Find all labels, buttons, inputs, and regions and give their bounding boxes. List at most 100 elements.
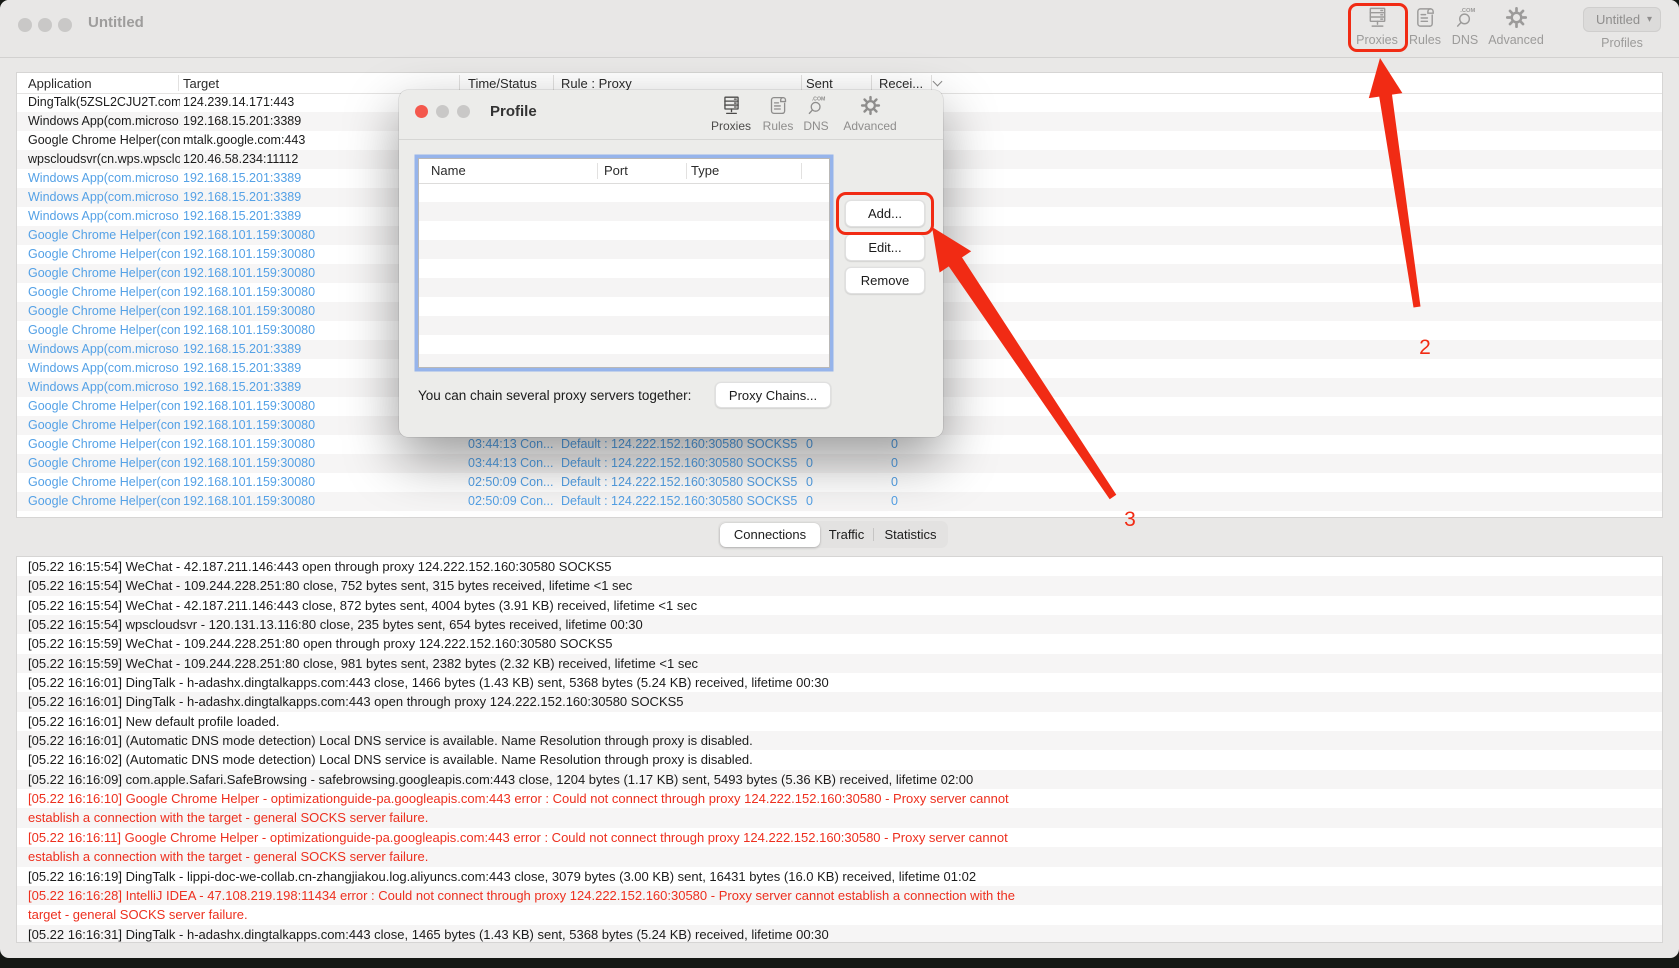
proxy-table-empty-row <box>419 202 829 221</box>
cell-target: 192.168.101.159:30080 <box>183 228 316 242</box>
cell-app: Google Chrome Helper(com... <box>28 323 180 337</box>
toolbar-item-advanced[interactable]: Advanced <box>1486 5 1546 47</box>
column-header[interactable]: Time/Status <box>468 76 537 91</box>
dialog-toolbar-item-advanced[interactable]: Advanced <box>839 93 901 133</box>
cell-target: 192.168.101.159:30080 <box>183 399 316 413</box>
cell-recv: 0 <box>891 494 898 508</box>
edit-button[interactable]: Edit... <box>845 234 925 261</box>
proxy-table-empty-row <box>419 240 829 259</box>
log-line: target - general SOCKS server failure. <box>28 907 248 923</box>
log-line: [05.22 16:16:31] DingTalk - h-adashx.din… <box>17 924 1662 942</box>
svg-text:.COM: .COM <box>811 97 825 103</box>
table-row[interactable]: Google Chrome Helper(com... 192.168.101.1… <box>17 492 1662 511</box>
profiles-label: Profiles <box>1601 36 1643 50</box>
log-line: establish a connection with the target -… <box>17 808 1662 828</box>
proxy-chains-button[interactable]: Proxy Chains... <box>715 382 831 408</box>
gear-icon <box>839 93 901 118</box>
column-divider <box>553 75 554 91</box>
sort-direction-chevron-icon[interactable] <box>933 78 941 86</box>
cell-app: Google Chrome Helper(com... <box>28 494 180 508</box>
profiles-dropdown[interactable]: Untitled ▾ <box>1583 7 1661 32</box>
dialog-toolbar-item-label: Proxies <box>710 119 751 133</box>
column-header[interactable]: Sent <box>806 76 833 91</box>
cell-target: 192.168.15.201:3389 <box>183 342 302 356</box>
proxy-column-header[interactable]: Port <box>604 163 628 178</box>
segment-separator <box>873 528 874 541</box>
cell-app: Google Chrome Helper(com... <box>28 304 180 318</box>
server-icon <box>704 93 758 118</box>
profiles-dropdown-value: Untitled <box>1596 12 1641 27</box>
column-divider <box>597 163 598 179</box>
titlebar: Untitled Proxies Rules .COM DNS Advanced Unt… <box>0 0 1679 58</box>
log-line: [05.22 16:16:01] DingTalk - h-adashx.din… <box>28 675 829 691</box>
com-search-icon: .COM <box>794 93 838 118</box>
profile-dialog: Profile Proxies Rules .COM DNS Advanced Name… <box>399 90 943 437</box>
tab-connections[interactable]: Connections <box>720 521 820 548</box>
zoom-button[interactable] <box>58 18 72 32</box>
window-title: Untitled <box>88 14 144 31</box>
cell-target: 192.168.101.159:30080 <box>183 418 316 432</box>
toolbar-item-label: Proxies <box>1356 33 1398 47</box>
dialog-title: Profile <box>490 103 537 120</box>
toolbar-item-dns[interactable]: .COM DNS <box>1446 5 1484 47</box>
column-header[interactable]: Recei... <box>879 76 923 91</box>
proxy-column-header[interactable]: Type <box>691 163 719 178</box>
cell-app: Windows App(com.microso... <box>28 190 180 204</box>
com-search-icon: .COM <box>1446 5 1484 31</box>
column-divider <box>931 75 932 91</box>
cell-target: 192.168.15.201:3389 <box>183 380 302 394</box>
table-row[interactable]: Google Chrome Helper(com... 192.168.101.1… <box>17 435 1662 454</box>
cell-app: Google Chrome Helper(com... <box>28 399 180 413</box>
tab-traffic[interactable]: Traffic <box>820 521 873 548</box>
close-button[interactable] <box>18 18 32 32</box>
proxy-column-header[interactable]: Name <box>431 163 466 178</box>
tab-statistics[interactable]: Statistics <box>875 521 946 548</box>
proxy-table-empty-row <box>419 259 829 278</box>
column-header[interactable]: Application <box>28 76 92 91</box>
column-header[interactable]: Rule : Proxy <box>561 76 632 91</box>
log-line: [05.22 16:16:09] com.apple.Safari.SafeBr… <box>17 769 1662 790</box>
cell-time: 03:44:13 Con... <box>468 456 554 470</box>
cell-target: 192.168.101.159:30080 <box>183 475 316 489</box>
scroll-icon <box>1404 5 1446 31</box>
dialog-close-button[interactable] <box>415 105 428 118</box>
dialog-minimize-button[interactable] <box>436 105 449 118</box>
column-header[interactable]: Target <box>183 76 219 91</box>
cell-target: 192.168.101.159:30080 <box>183 266 316 280</box>
proxy-table-empty-row <box>419 316 829 335</box>
cell-time: 02:50:09 Con... <box>468 494 554 508</box>
dialog-zoom-button[interactable] <box>457 105 470 118</box>
cell-rule: Default : 124.222.152.160:30580 SOCKS5 <box>561 437 798 451</box>
dialog-toolbar-item-dns[interactable]: .COM DNS <box>794 93 838 133</box>
dialog-toolbar-item-label: Advanced <box>843 119 897 133</box>
cell-target: mtalk.google.com:443 <box>183 133 306 147</box>
toolbar-item-rules[interactable]: Rules <box>1404 5 1446 47</box>
column-divider <box>801 75 802 91</box>
dialog-header: Profile Proxies Rules .COM DNS Advanced <box>399 90 943 140</box>
cell-target: 192.168.101.159:30080 <box>183 323 316 337</box>
log-line: [05.22 16:15:54] wpscloudsvr - 120.131.1… <box>17 615 1662 635</box>
cell-target: 192.168.101.159:30080 <box>183 304 316 318</box>
cell-app: Google Chrome Helper(com... <box>28 247 180 261</box>
table-row[interactable]: Google Chrome Helper(com... 192.168.101.1… <box>17 454 1662 473</box>
proxy-list-table[interactable]: Name Port Type <box>418 158 830 368</box>
remove-button[interactable]: Remove <box>845 267 925 294</box>
cell-app: Google Chrome Helper(com... <box>28 266 180 280</box>
proxy-table-empty-row <box>419 354 829 367</box>
cell-recv: 0 <box>891 437 898 451</box>
cell-target: 192.168.101.159:30080 <box>183 456 316 470</box>
column-divider <box>459 75 460 91</box>
cell-app: Windows App(com.microso... <box>28 380 180 394</box>
toolbar-item-proxies[interactable]: Proxies <box>1348 5 1406 47</box>
cell-sent: 0 <box>806 437 813 451</box>
cell-app: Google Chrome Helper(com... <box>28 475 180 489</box>
minimize-button[interactable] <box>38 18 52 32</box>
log-line: [05.22 16:16:19] DingTalk - lippi-doc-we… <box>28 868 977 884</box>
dialog-toolbar-item-proxies[interactable]: Proxies <box>704 93 758 133</box>
table-row[interactable]: Google Chrome Helper(com... 192.168.101.1… <box>17 473 1662 492</box>
cell-sent: 0 <box>806 456 813 470</box>
cell-sent: 0 <box>806 475 813 489</box>
proxy-table-empty-row <box>419 183 829 202</box>
add-button[interactable]: Add... <box>845 200 925 227</box>
chevron-down-icon: ▾ <box>1646 14 1652 25</box>
